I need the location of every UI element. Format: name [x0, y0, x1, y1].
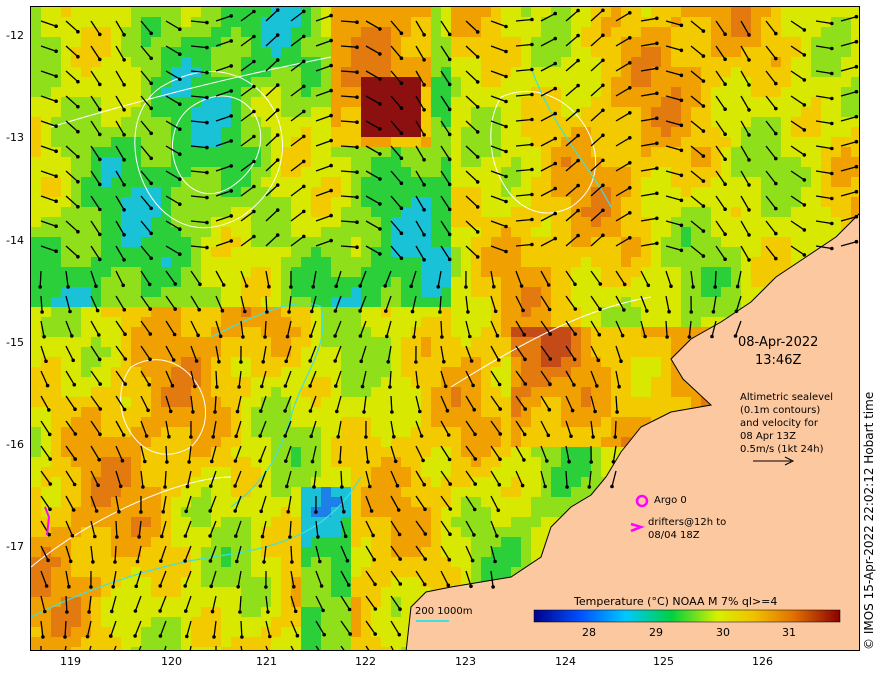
argo-label: Argo 0: [654, 495, 687, 506]
sst-map: [31, 7, 859, 650]
colorbar-tick: 31: [782, 626, 796, 639]
altimetry-line: and velocity for: [740, 418, 819, 429]
date-time-label: 08-Apr-2022 13:46Z: [738, 334, 818, 370]
colorbar-tick: 28: [582, 626, 596, 639]
drifters-line: drifters@12h to: [648, 517, 727, 528]
altimetry-note: Altimetric sealevel (0.1m contours) and …: [740, 391, 833, 456]
lon-tick-label: 120: [161, 655, 182, 668]
colorbar-tick: 29: [649, 626, 663, 639]
colorbar-title: Temperature (°C) NOAA M 7% ql>=4: [574, 595, 778, 608]
lon-tick-label: 126: [752, 655, 773, 668]
lon-tick-label: 121: [256, 655, 277, 668]
lat-tick-label: -16: [6, 438, 24, 451]
altimetry-line: (0.1m contours): [740, 405, 821, 416]
lon-tick-label: 122: [355, 655, 376, 668]
altimetry-line: 08 Apr 13Z: [740, 431, 796, 442]
date-text: 08-Apr-2022: [738, 335, 819, 350]
lon-tick-label: 125: [653, 655, 674, 668]
lon-tick-label: 124: [555, 655, 576, 668]
copyright-label: © IMOS 15-Apr-2022 22:02:12 Hobart time: [862, 391, 876, 650]
map-panel[interactable]: [30, 6, 860, 651]
time-text: 13:46Z: [755, 353, 802, 368]
drifters-label: drifters@12h to 08/04 18Z: [648, 516, 726, 542]
depth-contour-label: 200 1000m: [415, 606, 473, 617]
lat-tick-label: -17: [6, 540, 24, 553]
altimetry-line: 0.5m/s (1kt 24h): [740, 444, 824, 455]
altimetry-line: Altimetric sealevel: [740, 392, 833, 403]
colorbar-tick: 30: [716, 626, 730, 639]
lon-tick-label: 123: [455, 655, 476, 668]
lat-tick-label: -12: [6, 29, 24, 42]
lat-tick-label: -14: [6, 234, 24, 247]
lat-tick-label: -15: [6, 336, 24, 349]
colorbar: [533, 609, 841, 623]
lon-tick-label: 119: [60, 655, 81, 668]
lat-tick-label: -13: [6, 131, 24, 144]
drifters-line: 08/04 18Z: [648, 530, 700, 541]
